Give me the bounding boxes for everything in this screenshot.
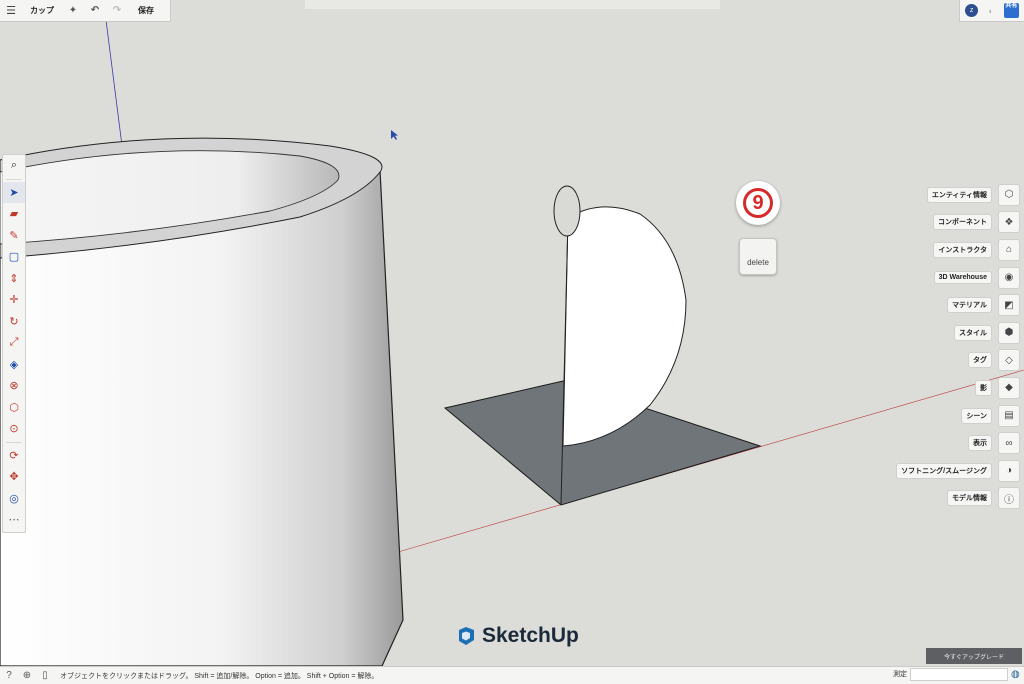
panel-label: スタイル (954, 324, 992, 341)
panel-item-entity-info[interactable]: エンティティ情報 ⬡ (880, 181, 1020, 209)
pencil-icon[interactable]: ✎ (3, 225, 25, 247)
orbit-icon[interactable]: ⟳ (3, 445, 25, 467)
panel-label: 表示 (968, 435, 992, 452)
tape-icon[interactable]: ⊙ (3, 418, 25, 440)
status-hint: オブジェクトをクリックまたはドラッグ。 Shift = 追加/解除。 Optio… (60, 672, 379, 680)
sketchup-logo-icon (459, 627, 474, 645)
top-toolbar: ☰ カップ ✦ ↶ ↷ 保存 (0, 0, 171, 22)
magic-icon[interactable]: ✦ (62, 0, 84, 21)
logo-text: SketchUp (482, 624, 579, 647)
scale-icon[interactable]: ⤢ (3, 332, 25, 354)
delete-button[interactable]: delete (739, 238, 777, 275)
right-panel: エンティティ情報 ⬡ コンポーネント ❖ インストラクタ ⌂ 3D Warehouse… (880, 181, 1020, 512)
help-icon[interactable]: ? (0, 670, 18, 681)
panel-label: マテリアル (947, 297, 992, 314)
hamburger-icon[interactable]: ☰ (0, 0, 22, 21)
panel-item-materials[interactable]: マテリアル ◩ (880, 291, 1020, 319)
rectangle-icon[interactable]: ▢ (3, 246, 25, 268)
panel-item-display[interactable]: 表示 ∞ (880, 429, 1020, 457)
measure-input[interactable] (910, 668, 1008, 681)
tags-icon[interactable]: ◇ (998, 349, 1020, 372)
panel-label: 影 (975, 379, 992, 396)
notification-icon[interactable]: ◐ (988, 6, 993, 16)
follow-me-icon[interactable]: ⊗ (3, 375, 25, 397)
sketchup-logo: SketchUp (455, 624, 579, 648)
mouse-cursor (391, 130, 398, 140)
panel-item-components[interactable]: コンポーネント ❖ (880, 209, 1020, 237)
3d-viewport[interactable] (0, 0, 1024, 683)
keystroke-number: 9 (743, 188, 773, 218)
globe-icon[interactable]: ⊕ (18, 670, 36, 681)
panel-label: インストラクタ (933, 241, 992, 258)
materials-icon[interactable]: ◩ (998, 294, 1020, 317)
panel-label: ソフトニング/スムージング (896, 462, 992, 479)
panel-label: エンティティ情報 (926, 186, 992, 203)
components-icon[interactable]: ❖ (998, 211, 1020, 234)
zoom-extents-icon[interactable]: ◎ (3, 488, 25, 510)
share-button[interactable]: 共有 (1003, 3, 1019, 18)
move-icon[interactable]: ✛ (3, 289, 25, 311)
half-disc-face[interactable] (562, 206, 687, 447)
undo-icon[interactable]: ↶ (84, 0, 106, 21)
panel-item-tags[interactable]: タグ ◇ (880, 347, 1020, 375)
status-bar: ? ⊕ ▯ オブジェクトをクリックまたはドラッグ。 Shift = 追加/解除。… (0, 666, 1024, 684)
panel-label: タグ (968, 352, 992, 369)
trimble-icon: ◍ (1011, 669, 1020, 680)
keystroke-badge: 9 (736, 181, 780, 225)
cup-model[interactable] (0, 137, 404, 667)
upgrade-button[interactable]: 今すぐアップグレード (926, 648, 1022, 664)
save-button[interactable]: 保存 (128, 0, 164, 21)
warehouse-icon[interactable]: ◉ (998, 266, 1020, 289)
redo-icon[interactable]: ↷ (106, 0, 128, 21)
profile-circle[interactable] (553, 185, 581, 237)
model-info-icon[interactable]: ⓘ (998, 487, 1020, 510)
panel-label: シーン (961, 407, 992, 424)
instructor-icon[interactable]: ⌂ (998, 238, 1020, 261)
styles-icon[interactable]: ⬢ (998, 321, 1020, 344)
offset-icon[interactable]: ⬡ (3, 397, 25, 419)
shadows-icon[interactable]: ◆ (998, 376, 1020, 399)
avatar[interactable]: z (965, 4, 979, 17)
entity-info-icon[interactable]: ⬡ (998, 183, 1020, 206)
panel-item-scenes[interactable]: シーン ▤ (880, 402, 1020, 430)
paint-icon[interactable]: ◈ (3, 354, 25, 376)
panel-item-model-info[interactable]: モデル情報 ⓘ (880, 485, 1020, 513)
panel-item-warehouse[interactable]: 3D Warehouse ◉ (880, 264, 1020, 292)
top-center-strip (305, 0, 720, 9)
panel-item-instructor[interactable]: インストラクタ ⌂ (880, 236, 1020, 264)
softening-icon[interactable]: ◑ (998, 459, 1020, 482)
mouse-icon: ▯ (42, 670, 48, 681)
top-right-bar: z ◐ 共有 (959, 0, 1024, 22)
left-toolbar: ⌕ ➤ ▰ ✎ ▢ ⇕ ✛ ↻ ⤢ ◈ ⊗ ⬡ ⊙ ⟳ ✥ ◎ ⋯ (2, 154, 26, 533)
more-icon[interactable]: ⋯ (3, 509, 25, 531)
measure-label: 測定 (893, 671, 907, 678)
eraser-icon[interactable]: ▰ (3, 203, 25, 225)
search-icon[interactable]: ⌕ (3, 155, 25, 177)
select-icon[interactable]: ➤ (3, 181, 25, 203)
panel-item-softening[interactable]: ソフトニング/スムージング ◑ (880, 457, 1020, 485)
panel-item-shadows[interactable]: 影 ◆ (880, 374, 1020, 402)
push-pull-icon[interactable]: ⇕ (3, 268, 25, 290)
display-icon[interactable]: ∞ (998, 432, 1020, 455)
panel-label: モデル情報 (947, 490, 992, 507)
model-title: カップ (30, 6, 54, 15)
pan-icon[interactable]: ✥ (3, 466, 25, 488)
rotate-icon[interactable]: ↻ (3, 311, 25, 333)
scenes-icon[interactable]: ▤ (998, 404, 1020, 427)
panel-label: コンポーネント (933, 214, 992, 231)
panel-label: 3D Warehouse (933, 271, 992, 285)
panel-item-styles[interactable]: スタイル ⬢ (880, 319, 1020, 347)
